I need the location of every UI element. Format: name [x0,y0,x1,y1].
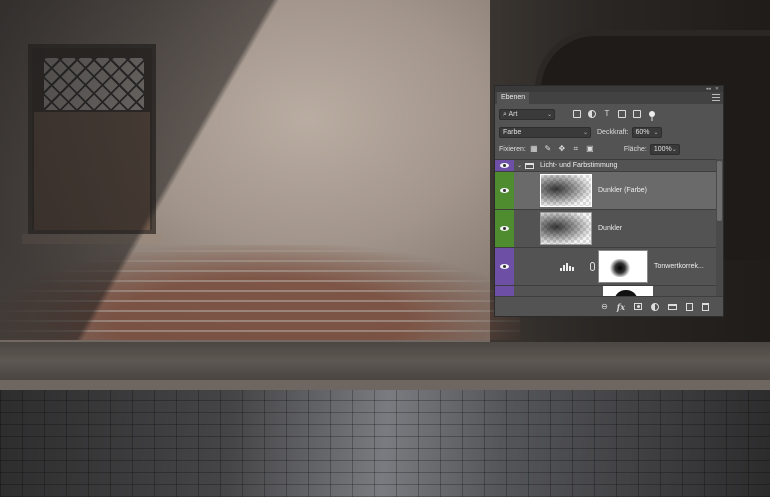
link-icon[interactable] [590,262,595,271]
link-icon[interactable]: ⊖ [601,302,608,311]
layers-list: ⌄ Licht- und Farbstimmung Dunkler (Farbe… [495,159,716,297]
adjustment-icon[interactable] [651,302,659,311]
layer-row[interactable]: Tonwertkorrek... [495,248,716,286]
lock-icons: ▦ ✎ ✥ ⌗ ▣ [530,145,594,153]
eye-icon[interactable] [500,264,509,269]
eye-icon[interactable] [500,226,509,231]
panel-menu-icon[interactable] [712,94,720,101]
fill-field[interactable]: 100% ⌄ [649,143,680,155]
fx-icon[interactable]: fx [617,303,625,311]
wall-shadow [0,0,520,340]
layer-row[interactable]: Dunkler [495,210,716,248]
shape-filter-icon[interactable] [618,110,626,118]
layer-color-tag[interactable] [495,172,514,209]
trash-icon[interactable] [702,302,709,311]
layer-group[interactable]: ⌄ Licht- und Farbstimmung [495,160,716,172]
folder-icon[interactable] [668,303,677,310]
cobblestone-street [0,390,770,497]
layer-name: Dunkler [598,225,623,232]
blend-row: Farbe ⌄ Deckkraft: 60% ⌄ [499,126,719,138]
lock-pixels-icon[interactable]: ✎ [544,145,552,153]
layer-row[interactable]: Dunkler (Farbe) [495,172,716,210]
fill-label: Fläche: [623,145,647,153]
layers-panel: ◂◂ ✕ Ebenen ⌕ Art ⌄ T Farbe ⌄ Deckkraft:… [494,85,724,317]
scroll-thumb[interactable] [717,161,722,221]
smart-object-filter-icon[interactable] [633,110,641,118]
tab-layers[interactable]: Ebenen [497,92,530,104]
filter-icons: T [573,110,641,118]
mask-icon[interactable] [634,303,642,310]
layers-bottom-toolbar: ⊖ fx [495,296,723,316]
layer-mask-thumbnail[interactable] [598,250,648,283]
filter-kind-select[interactable]: ⌕ Art ⌄ [499,108,555,120]
curb [0,380,770,390]
lock-row: Fixieren: ▦ ✎ ✥ ⌗ ▣ Fläche: 100% ⌄ [499,143,719,155]
opacity-label: Deckkraft: [597,128,629,136]
lock-all-icon[interactable]: ▣ [586,145,594,153]
blend-mode-value: Farbe [503,128,522,136]
layer-thumbnail[interactable] [540,212,592,245]
chevron-down-icon: ⌄ [653,129,659,136]
pixel-filter-icon[interactable] [573,110,581,118]
chevron-down-icon: ⌄ [546,111,552,118]
chevron-down-icon: ⌄ [671,146,677,153]
lock-transparent-icon[interactable]: ▦ [530,145,538,153]
levels-icon[interactable] [560,262,574,271]
layer-name: Dunkler (Farbe) [598,187,648,194]
layers-scrollbar[interactable] [716,159,723,297]
opacity-value: 60% [635,128,650,136]
layer-color-tag[interactable] [495,210,514,247]
folder-icon [525,162,535,169]
layer-name: Tonwertkorrek... [654,263,704,270]
lock-artboard-icon[interactable]: ⌗ [572,145,580,153]
blend-mode-select[interactable]: Farbe ⌄ [499,126,591,138]
layer-thumbnail[interactable] [540,174,592,207]
opacity-field[interactable]: 60% ⌄ [631,126,662,138]
layer-color-tag[interactable] [495,160,514,171]
layer-filter-row: ⌕ Art ⌄ T [499,107,719,121]
filter-toggle[interactable] [649,111,655,121]
filter-kind-label: Art [508,110,518,118]
eye-icon[interactable] [500,163,509,168]
chevron-down-icon: ⌄ [582,129,588,136]
fill-value: 100% [653,145,672,153]
chevron-down-icon[interactable]: ⌄ [517,162,522,169]
new-layer-icon[interactable] [686,302,693,311]
adjustment-filter-icon[interactable] [588,110,596,118]
lock-position-icon[interactable]: ✥ [558,145,566,153]
panel-tabbar: Ebenen [495,92,723,104]
eye-icon[interactable] [500,188,509,193]
layer-name: Licht- und Farbstimmung [540,162,618,169]
lock-label: Fixieren: [499,145,526,153]
type-filter-icon[interactable]: T [603,110,611,118]
layer-color-tag[interactable] [495,248,514,285]
